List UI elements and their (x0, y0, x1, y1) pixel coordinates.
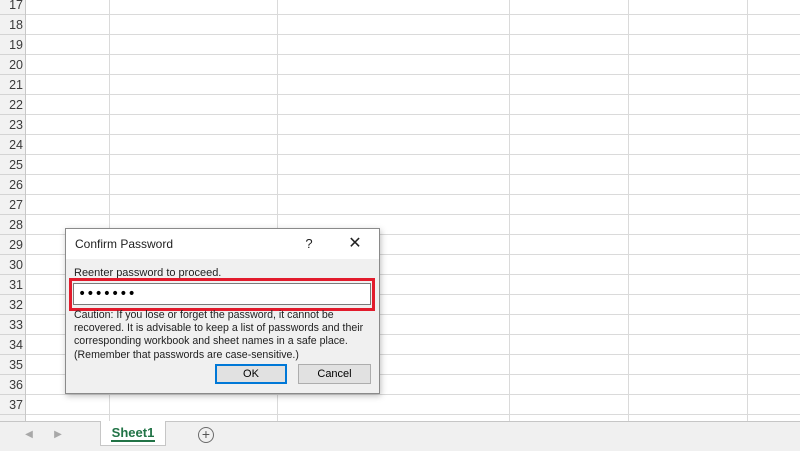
row-header[interactable]: 21 (0, 75, 25, 95)
row-header[interactable]: 30 (0, 255, 25, 275)
row-header[interactable]: 20 (0, 55, 25, 75)
row-header[interactable]: 24 (0, 135, 25, 155)
grid-row[interactable]: 17 (0, 0, 800, 15)
grid-row[interactable]: 20 (0, 55, 800, 75)
row-header[interactable]: 18 (0, 15, 25, 35)
help-button[interactable]: ? (298, 233, 320, 255)
chevron-right-icon[interactable]: ▶ (51, 428, 65, 442)
confirm-password-dialog: Confirm Password ? ✕ Reenter password to… (65, 228, 380, 394)
grid-row[interactable]: 18 (0, 15, 800, 35)
sheet-tab-label: Sheet1 (111, 425, 155, 440)
row-header[interactable]: 34 (0, 335, 25, 355)
plus-circle-icon[interactable]: + (198, 427, 214, 443)
row-header[interactable]: 31 (0, 275, 25, 295)
row-header[interactable]: 33 (0, 315, 25, 335)
grid-row[interactable]: 26 (0, 175, 800, 195)
grid-row[interactable]: 25 (0, 155, 800, 175)
sheet-tab-sheet1[interactable]: Sheet1 (100, 421, 166, 446)
row-header[interactable]: 25 (0, 155, 25, 175)
column-divider (509, 0, 510, 421)
chevron-left-icon[interactable]: ◀ (22, 428, 36, 442)
grid-row[interactable]: 23 (0, 115, 800, 135)
ok-button[interactable]: OK (215, 364, 287, 384)
cancel-button[interactable]: Cancel (298, 364, 371, 384)
dialog-titlebar: Confirm Password ? ✕ (66, 229, 379, 259)
row-header[interactable]: 32 (0, 295, 25, 315)
grid-row[interactable]: 19 (0, 35, 800, 55)
active-tab-underline (111, 440, 155, 442)
row-header[interactable]: 29 (0, 235, 25, 255)
grid-row[interactable]: 22 (0, 95, 800, 115)
grid-row[interactable]: 21 (0, 75, 800, 95)
row-header[interactable]: 22 (0, 95, 25, 115)
dialog-title: Confirm Password (75, 237, 174, 251)
grid-row[interactable]: 24 (0, 135, 800, 155)
highlight-box (69, 278, 375, 311)
row-header[interactable]: 26 (0, 175, 25, 195)
caution-text: Caution: If you lose or forget the passw… (74, 309, 364, 361)
column-divider (747, 0, 748, 421)
grid-row[interactable]: 27 (0, 195, 800, 215)
sheet-tab-bar: ◀ ▶ Sheet1 + (0, 421, 800, 451)
row-header[interactable]: 28 (0, 215, 25, 235)
row-header[interactable]: 37 (0, 395, 25, 415)
row-divider (26, 414, 800, 415)
column-divider (628, 0, 629, 421)
grid-row[interactable]: 37 (0, 395, 800, 415)
row-header[interactable]: 36 (0, 375, 25, 395)
row-header[interactable]: 35 (0, 355, 25, 375)
row-header[interactable]: 23 (0, 115, 25, 135)
row-header[interactable]: 17 (0, 0, 25, 15)
row-header[interactable]: 19 (0, 35, 25, 55)
row-header[interactable]: 27 (0, 195, 25, 215)
close-icon[interactable]: ✕ (344, 233, 366, 255)
